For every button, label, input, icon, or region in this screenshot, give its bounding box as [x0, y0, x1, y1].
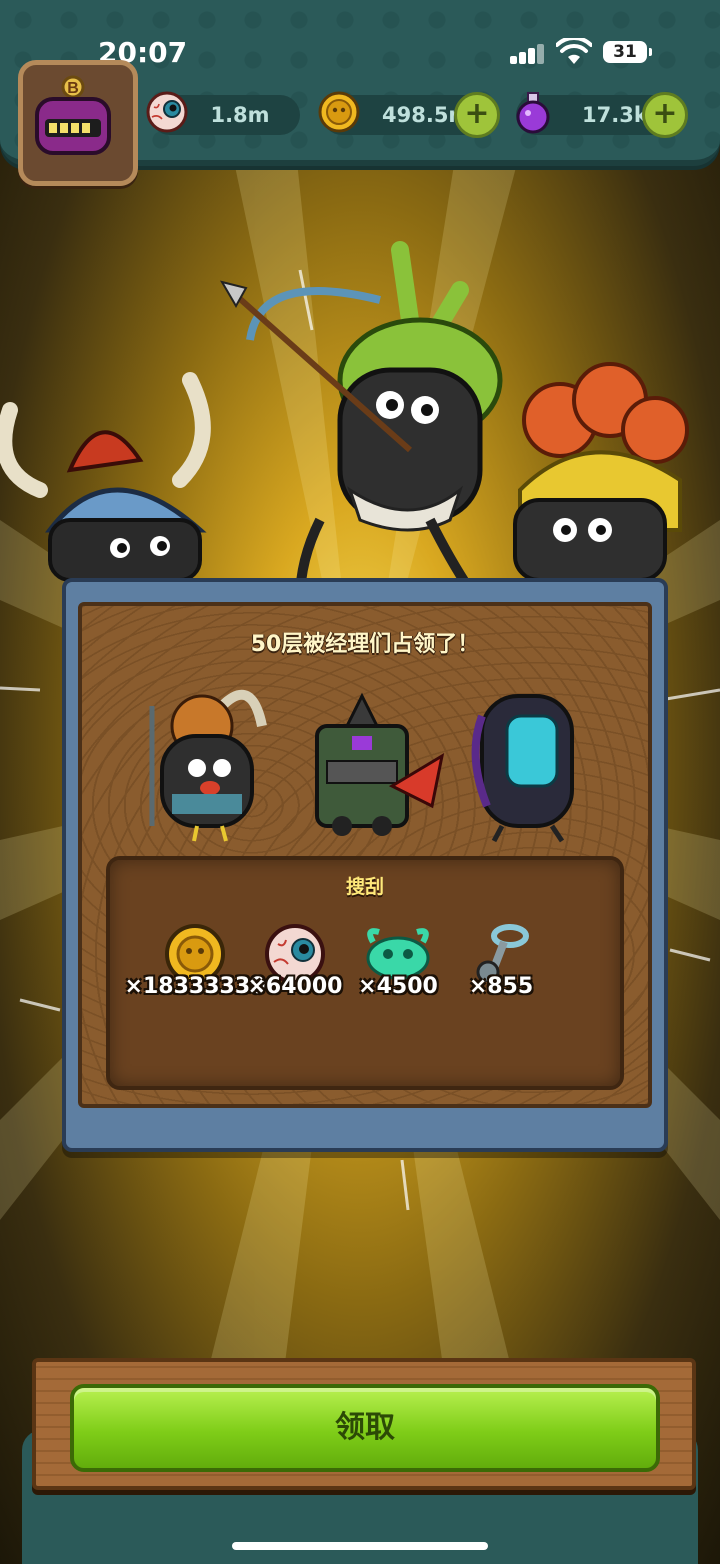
coin-resource: 498.5m +: [318, 91, 500, 138]
player-avatar[interactable]: B: [18, 60, 138, 186]
managers-illustration: [0, 241, 689, 600]
loot-box: 搜刮 ×18333330 ×64000 ×4500 ×855: [106, 856, 624, 1090]
add-potions-button[interactable]: +: [642, 92, 688, 138]
panel-wood-area: 50层被经理们占领了！ 搜刮 ×18333330 ×64000 ×4500 ×8…: [78, 602, 652, 1108]
eyeball-icon: [265, 924, 325, 984]
archer-manager: [219, 241, 503, 600]
reward-panel: 50层被经理们占领了！ 搜刮 ×18333330 ×64000 ×4500 ×8…: [62, 578, 668, 1152]
gold-coin-icon: [318, 91, 360, 133]
loot-title: 搜刮: [345, 876, 384, 898]
gold-coin-icon: [165, 924, 225, 984]
eyeball-count: 1.8m: [210, 103, 270, 127]
mech-character-icon: [315, 692, 445, 836]
shaman-character-icon: [149, 689, 267, 842]
add-coins-button[interactable]: +: [454, 92, 500, 138]
panel-title: 50层被经理们占领了！: [250, 632, 480, 657]
robot-monster-icon: B: [35, 75, 111, 155]
battery-indicator: 31: [603, 41, 652, 63]
claim-button[interactable]: 领取: [70, 1384, 660, 1472]
green-slime-icon: [366, 928, 430, 980]
ring-icon: [476, 924, 529, 984]
cyber-character-icon: [471, 694, 574, 843]
eyeball-resource: 1.8m: [146, 91, 300, 135]
loot-count-ring: ×855: [468, 974, 534, 999]
svg-text:B: B: [67, 80, 79, 97]
manager-characters: [149, 689, 574, 843]
potion-resource: 17.3k +: [516, 92, 688, 138]
viking-manager: [0, 372, 211, 582]
loot-item-ring: ×855: [446, 922, 556, 1002]
curly-hair-manager: [513, 362, 689, 582]
home-indicator[interactable]: [232, 1542, 488, 1550]
potion-icon: [516, 92, 550, 134]
wifi-icon: [556, 38, 592, 64]
cellular-signal-icon: [510, 42, 546, 64]
